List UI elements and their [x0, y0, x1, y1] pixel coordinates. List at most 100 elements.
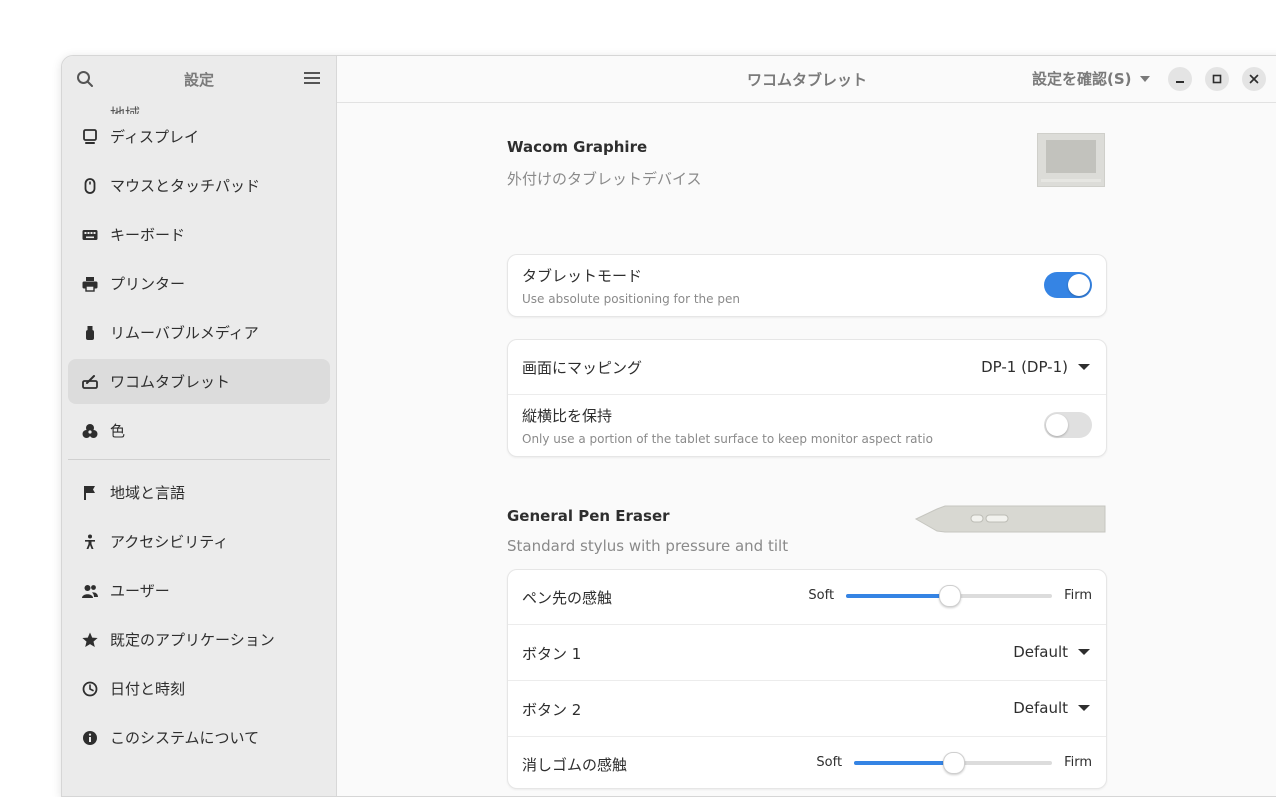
tablet-subtitle: 外付けのタブレットデバイス — [507, 170, 702, 188]
sidebar-item-label: マウスとタッチパッド — [110, 177, 261, 195]
accessibility-icon — [85, 534, 95, 549]
button2-row: ボタン 2 Default — [508, 681, 1106, 737]
clock-icon — [82, 681, 98, 696]
main-panel: ワコムタブレット 設定を確認(S) Wacom Graphire 外付けのタブレ… — [337, 56, 1276, 796]
sidebar-item-region-language[interactable]: 地域と言語 — [68, 470, 330, 515]
tablet-mode-card: タブレットモード Use absolute positioning for th… — [507, 254, 1107, 317]
sidebar-item-label: リムーバブルメディア — [110, 324, 259, 342]
keep-aspect-ratio-description: Only use a portion of the tablet surface… — [522, 432, 933, 446]
close-icon — [1249, 74, 1259, 84]
color-icon — [82, 423, 98, 438]
tablet-mode-row: タブレットモード Use absolute positioning for th… — [508, 255, 1106, 316]
sidebar-item-label: ディスプレイ — [110, 128, 199, 146]
tablet-name: Wacom Graphire — [507, 138, 648, 156]
sidebar-item-printers[interactable]: プリンター — [68, 261, 330, 306]
sidebar-item-location[interactable]: 地域 — [68, 88, 330, 114]
sidebar-item-accessibility[interactable]: アクセシビリティ — [68, 519, 330, 564]
sidebar-item-about[interactable]: このシステムについて — [68, 715, 330, 760]
keep-aspect-ratio-row: 縦横比を保持 Only use a portion of the tablet … — [508, 395, 1106, 456]
users-icon — [82, 584, 98, 598]
tip-feel-slider-group: Soft Firm — [808, 584, 1092, 607]
tip-feel-title: ペン先の感触 — [522, 589, 613, 607]
keyboard-icon — [82, 229, 98, 240]
eraser-firm-label: Firm — [1064, 755, 1092, 770]
minimize-icon — [1176, 81, 1184, 83]
eraser-feel-slider[interactable] — [854, 751, 1053, 774]
sidebar: 設定 地域 ディスプレイ マウスとタッチパッド キーボード プリンター リムーバ… — [62, 56, 337, 796]
sidebar-item-label: 既定のアプリケーション — [110, 631, 275, 649]
map-to-monitor-value: DP-1 (DP-1) — [981, 358, 1068, 376]
chevron-down-icon — [1078, 364, 1090, 370]
button2-dropdown[interactable]: Default — [1013, 699, 1090, 717]
sidebar-item-wacom-tablet[interactable]: ワコムタブレット — [68, 359, 330, 404]
slider-fill — [846, 593, 950, 598]
sidebar-item-keyboard[interactable]: キーボード — [68, 212, 330, 257]
chevron-down-icon — [1139, 75, 1150, 82]
mapping-card: 画面にマッピング DP-1 (DP-1) 縦横比を保持 Only use a p… — [507, 339, 1107, 457]
close-button[interactable] — [1242, 67, 1266, 91]
tablet-mode-title: タブレットモード — [522, 267, 643, 285]
mouse-icon — [84, 177, 96, 194]
menu-icon[interactable] — [304, 71, 320, 85]
switch-knob — [1068, 274, 1090, 296]
button1-dropdown[interactable]: Default — [1013, 643, 1090, 661]
tablet-icon — [82, 374, 98, 389]
slider-fill — [854, 760, 954, 765]
sidebar-item-label: ワコムタブレット — [110, 373, 231, 391]
tip-firm-label: Firm — [1064, 588, 1092, 603]
sidebar-item-users[interactable]: ユーザー — [68, 568, 330, 613]
check-settings-label: 設定を確認(S) — [1032, 70, 1132, 88]
sidebar-item-default-apps[interactable]: 既定のアプリケーション — [68, 617, 330, 662]
sidebar-divider — [68, 459, 330, 460]
sidebar-item-mouse[interactable]: マウスとタッチパッド — [68, 163, 330, 208]
keep-aspect-ratio-switch[interactable] — [1044, 412, 1092, 438]
star-icon — [82, 632, 98, 647]
button1-title: ボタン 1 — [522, 645, 582, 663]
eraser-feel-slider-group: Soft Firm — [816, 751, 1092, 774]
sidebar-list: 地域 ディスプレイ マウスとタッチパッド キーボード プリンター リムーバブルメ… — [68, 88, 330, 764]
maximize-button[interactable] — [1205, 67, 1229, 91]
sidebar-item-label: このシステムについて — [110, 729, 260, 747]
sidebar-item-removable-media[interactable]: リムーバブルメディア — [68, 310, 330, 355]
tablet-mode-switch[interactable] — [1044, 272, 1092, 298]
keep-aspect-ratio-title: 縦横比を保持 — [522, 407, 613, 425]
sidebar-item-display[interactable]: ディスプレイ — [68, 114, 330, 159]
settings-window: 設定 地域 ディスプレイ マウスとタッチパッド キーボード プリンター リムーバ… — [61, 55, 1276, 797]
info-icon — [83, 730, 97, 745]
stylus-name: General Pen Eraser — [507, 507, 670, 525]
tip-feel-row: ペン先の感触 Soft Firm — [508, 570, 1106, 625]
check-settings-button[interactable]: 設定を確認(S) — [1032, 68, 1150, 89]
eraser-soft-label: Soft — [816, 755, 843, 770]
sidebar-item-label: アクセシビリティ — [110, 533, 229, 551]
button2-title: ボタン 2 — [522, 701, 582, 719]
stylus-image — [915, 505, 1106, 533]
sidebar-item-label: キーボード — [110, 226, 186, 244]
sidebar-item-color[interactable]: 色 — [68, 408, 330, 453]
flag-icon — [84, 485, 95, 500]
tablet-mode-description: Use absolute positioning for the pen — [522, 292, 740, 306]
sidebar-item-label: 色 — [110, 422, 126, 440]
map-to-monitor-row: 画面にマッピング DP-1 (DP-1) — [508, 340, 1106, 395]
eraser-feel-title: 消しゴムの感触 — [522, 756, 628, 774]
header-bar: ワコムタブレット 設定を確認(S) — [337, 56, 1276, 103]
map-to-monitor-title: 画面にマッピング — [522, 359, 643, 377]
chevron-down-icon — [1078, 649, 1090, 655]
switch-knob — [1046, 414, 1068, 436]
minimize-button[interactable] — [1168, 67, 1192, 91]
tablet-image — [1037, 133, 1105, 187]
eraser-feel-row: 消しゴムの感触 Soft Firm — [508, 737, 1106, 791]
tip-soft-label: Soft — [808, 588, 835, 603]
slider-handle[interactable] — [943, 751, 966, 774]
sidebar-item-label: ユーザー — [110, 582, 170, 600]
sidebar-item-label: 地域と言語 — [110, 484, 186, 502]
slider-handle[interactable] — [939, 584, 962, 607]
button1-row: ボタン 1 Default — [508, 625, 1106, 681]
tip-feel-slider[interactable] — [846, 584, 1053, 607]
sidebar-item-label: プリンター — [110, 275, 186, 293]
sidebar-item-label: 地域 — [110, 105, 141, 114]
button2-value: Default — [1013, 699, 1068, 717]
stylus-card: ペン先の感触 Soft Firm ボタン 1 Default ボタン 2 Def… — [507, 569, 1107, 789]
map-to-monitor-dropdown[interactable]: DP-1 (DP-1) — [981, 358, 1090, 376]
printer-icon — [82, 276, 98, 292]
sidebar-item-date-time[interactable]: 日付と時刻 — [68, 666, 330, 711]
